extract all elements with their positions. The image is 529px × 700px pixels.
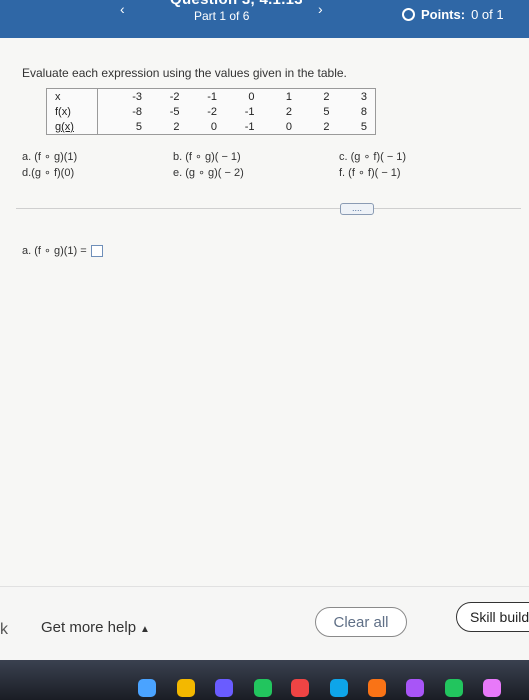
cell: 8 (360, 106, 367, 118)
cell: -1 (244, 106, 255, 118)
cell: -3 (132, 91, 142, 103)
dock-app-icon[interactable] (445, 679, 463, 697)
cell: 5 (323, 106, 330, 118)
points-circle-icon (402, 8, 415, 21)
cell: 2 (285, 106, 292, 118)
clear-all-button[interactable]: Clear all (315, 607, 407, 637)
dock-app-icon[interactable] (215, 679, 233, 697)
row-values-g: 5 2 0 -1 0 2 5 (107, 121, 367, 133)
caret-up-icon: ▲ (140, 624, 150, 635)
table-row: g(x) 5 2 0 -1 0 2 5 (47, 121, 377, 136)
os-dock (0, 660, 529, 700)
expression-d: d.(g ∘ f)(0) (22, 167, 75, 179)
dock-app-icon[interactable] (483, 679, 501, 697)
points-label: Points: (421, 7, 466, 22)
row-values-f: -8 -5 -2 -1 2 5 8 (107, 106, 367, 118)
points-value: 0 of 1 (471, 7, 504, 22)
dock-app-icon[interactable] (330, 679, 348, 697)
part-indicator: Part 1 of 6 (194, 9, 250, 23)
question-title: Question 3, 4.1.13 (170, 0, 303, 8)
cell: 0 (210, 121, 217, 133)
answer-row: a. (f ∘ g)(1) = (22, 244, 103, 257)
answer-input-box[interactable] (90, 244, 103, 257)
cell: 0 (248, 91, 255, 103)
cell: -5 (169, 106, 180, 118)
cell: 0 (285, 121, 292, 133)
cell: 1 (285, 91, 292, 103)
dock-app-icon[interactable] (138, 679, 156, 697)
cell: -2 (207, 106, 217, 118)
top-bar: ‹ Question 3, 4.1.13 Part 1 of 6 › Point… (0, 0, 529, 38)
cell: 5 (360, 121, 367, 133)
row-values-x: -3 -2 -1 0 1 2 3 (107, 91, 367, 103)
cell: -1 (207, 91, 217, 103)
cell: -2 (169, 91, 180, 103)
section-divider (16, 208, 521, 209)
cell: 2 (323, 91, 330, 103)
prev-icon[interactable]: ‹ (120, 1, 125, 17)
values-table: x -3 -2 -1 0 1 2 3 f(x) -8 -5 -2 -1 2 5 … (46, 88, 376, 135)
table-row: x -3 -2 -1 0 1 2 3 (47, 91, 377, 106)
question-content: Evaluate each expression using the value… (0, 38, 529, 586)
cell: 2 (323, 121, 330, 133)
dock-app-icon[interactable] (291, 679, 309, 697)
clipped-left-glyph: k (0, 621, 8, 638)
next-icon[interactable]: › (318, 1, 323, 17)
table-row: f(x) -8 -5 -2 -1 2 5 8 (47, 106, 377, 121)
cell: -8 (132, 106, 142, 118)
expression-f: f. (f ∘ f)( − 1) (339, 167, 401, 179)
cell: -1 (244, 121, 255, 133)
expression-c: c. (g ∘ f)( − 1) (339, 151, 407, 163)
row-label-f: f(x) (55, 106, 71, 118)
dock-app-icon[interactable] (368, 679, 386, 697)
points-badge: Points: 0 of 1 (402, 7, 504, 22)
cell: 5 (135, 121, 142, 133)
dock-app-icon[interactable] (254, 679, 272, 697)
expression-a: a. (f ∘ g)(1) (22, 151, 78, 163)
prompt-text: Evaluate each expression using the value… (22, 66, 347, 80)
skill-builder-button[interactable]: Skill builder (456, 602, 529, 632)
dock-app-icon[interactable] (177, 679, 195, 697)
get-more-help-button[interactable]: Get more help ▲ (41, 619, 150, 636)
expression-b: b. (f ∘ g)( − 1) (173, 151, 241, 163)
bottom-bar: k Get more help▲ Clear all Skill builder (0, 586, 529, 661)
answer-label: a. (f ∘ g)(1) = (22, 245, 87, 257)
dock-app-icon[interactable] (406, 679, 424, 697)
expression-e: e. (g ∘ g)( − 2) (173, 167, 244, 179)
cell: 3 (360, 91, 367, 103)
cell: 2 (173, 121, 180, 133)
more-options-button[interactable]: .... (340, 203, 374, 215)
help-label: Get more help (41, 619, 137, 636)
row-label-g: g(x) (55, 121, 74, 133)
row-label-x: x (55, 91, 61, 103)
